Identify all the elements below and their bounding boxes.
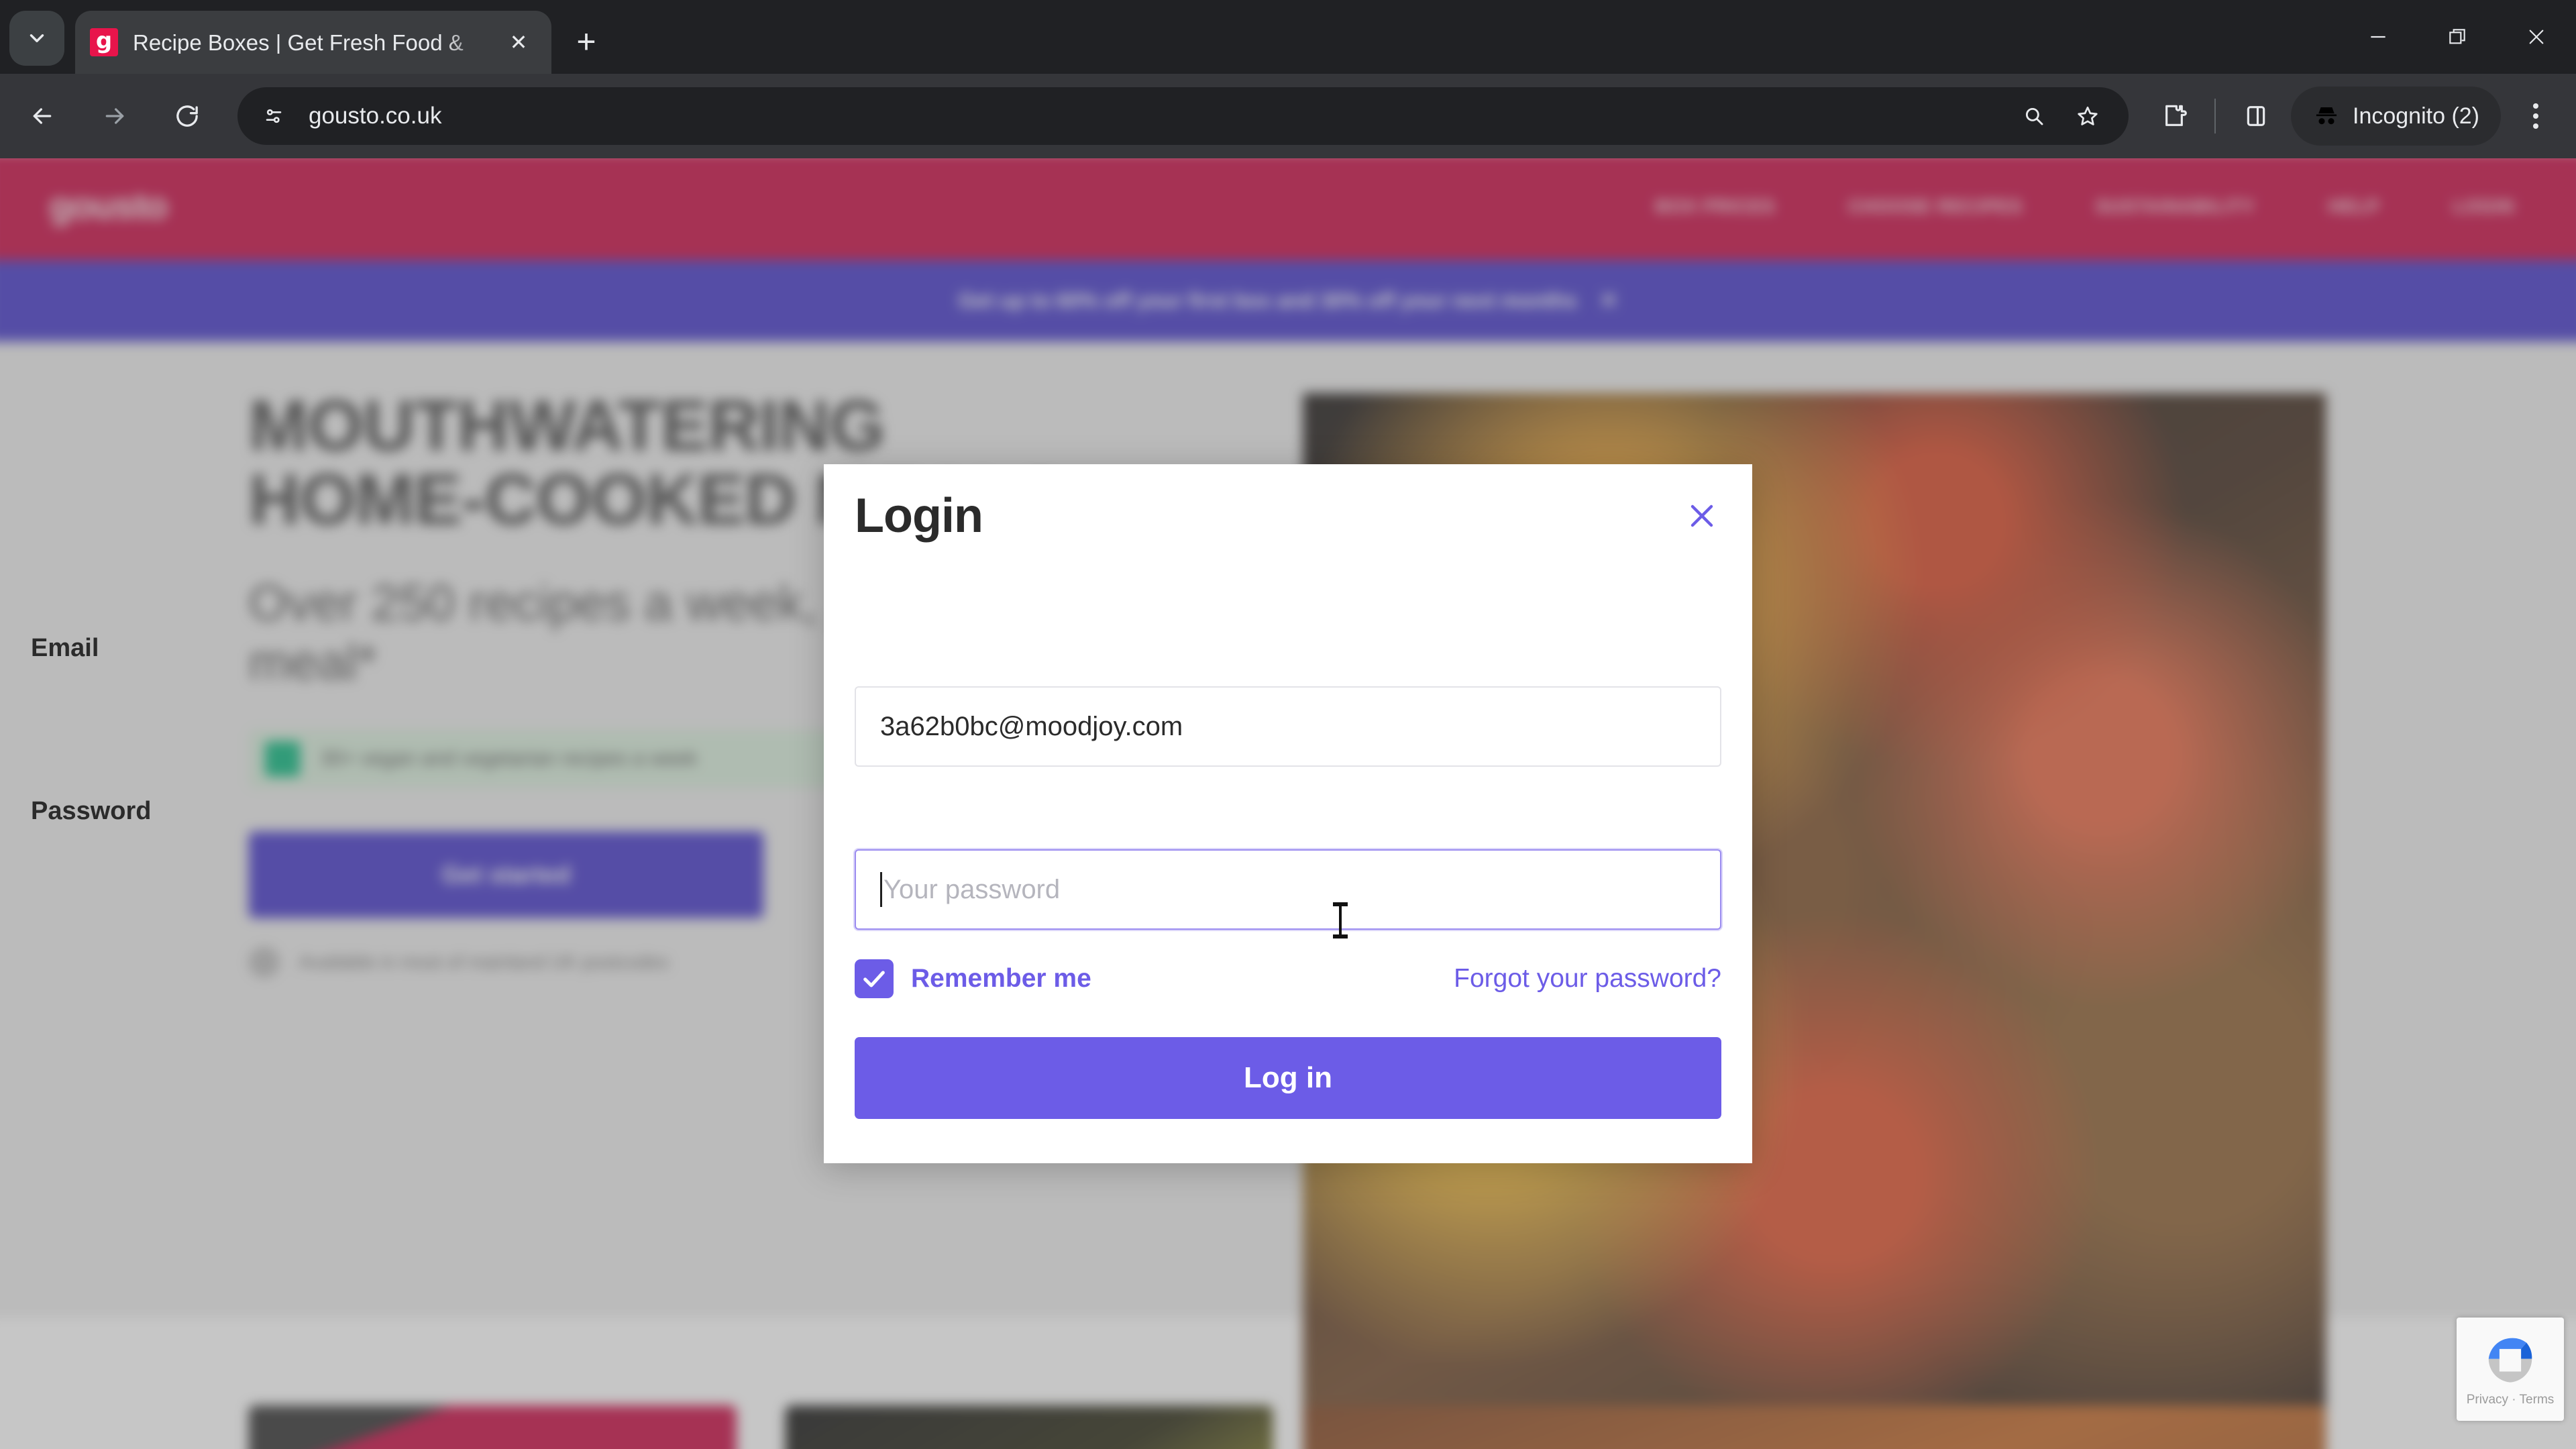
remember-me-label[interactable]: Remember me	[911, 964, 1091, 994]
recaptcha-legal-text[interactable]: Privacy · Terms	[2467, 1393, 2555, 1407]
forward-button[interactable]	[85, 86, 145, 146]
nav-item-box-prices[interactable]: BOX PRICES	[1656, 196, 1775, 217]
browser-tab[interactable]: g Recipe Boxes | Get Fresh Food & ✕	[75, 11, 551, 74]
password-placeholder: Your password	[883, 874, 1061, 904]
forward-arrow-icon	[105, 108, 124, 124]
password-label: Password	[31, 797, 152, 825]
omnibox-search-button[interactable]	[2010, 93, 2057, 140]
hero-note-text: Available in most of mainland UK postcod…	[299, 951, 669, 973]
promo-banner: Get up to 60% off your first box and 30%…	[0, 260, 2576, 342]
window-close-button[interactable]	[2497, 0, 2576, 74]
site-header: gousto BOX PRICES CHOOSE RECIPES SUSTAIN…	[0, 158, 2576, 260]
modal-title: Login	[855, 489, 983, 543]
reload-button[interactable]	[157, 86, 217, 146]
hero-badge-text: 30+ vegan and vegetarian recipes a week	[320, 747, 698, 770]
star-icon	[2078, 106, 2098, 125]
gousto-favicon: g	[90, 28, 118, 56]
modal-close-button[interactable]	[1678, 492, 1725, 539]
email-input-value: 3a62b0bc@moodjoy.com	[880, 711, 1183, 741]
search-icon	[2025, 107, 2043, 125]
bookmark-button[interactable]	[2064, 93, 2111, 140]
url-text: gousto.co.uk	[309, 103, 442, 129]
toolbar-divider	[2214, 99, 2216, 133]
nav-item-choose-recipes[interactable]: CHOOSE RECIPES	[1848, 196, 2023, 217]
nav-item-sustainability[interactable]: SUSTAINABILITY	[2096, 196, 2255, 217]
reload-icon	[176, 105, 198, 127]
log-in-button[interactable]: Log in	[855, 1037, 1721, 1119]
email-label: Email	[31, 634, 99, 662]
leaf-icon	[264, 741, 301, 777]
promo-banner-text: Get up to 60% off your first box and 30%…	[958, 288, 1577, 313]
promo-banner-close[interactable]: ✕	[1600, 288, 1617, 313]
side-panel-button[interactable]	[2228, 88, 2284, 144]
get-started-button[interactable]: Get started	[248, 831, 764, 918]
three-dot-menu-icon	[2533, 103, 2538, 109]
forgot-password-link[interactable]: Forgot your password?	[1454, 964, 1721, 994]
back-arrow-icon	[33, 108, 52, 124]
remember-me-row: Remember me Forgot your password?	[855, 958, 1721, 1000]
close-icon	[1690, 504, 1713, 527]
incognito-label: Incognito (2)	[2353, 103, 2479, 129]
side-panel-icon	[2247, 106, 2265, 126]
recaptcha-icon	[2488, 1338, 2532, 1383]
minimize-button[interactable]	[2339, 0, 2418, 74]
new-tab-button[interactable]: +	[564, 19, 609, 64]
close-icon	[2529, 30, 2544, 44]
email-input[interactable]: 3a62b0bc@moodjoy.com	[855, 686, 1721, 767]
password-input[interactable]: Your password	[855, 849, 1721, 930]
puzzle-icon	[2165, 105, 2187, 126]
nav-item-help[interactable]: HELP	[2328, 196, 2380, 217]
restore-icon	[2449, 29, 2465, 44]
location-pin-icon	[248, 947, 280, 978]
feature-card[interactable]	[1303, 1405, 2326, 1449]
tab-strip: g Recipe Boxes | Get Fresh Food & ✕ +	[0, 0, 2576, 74]
browser-toolbar: gousto.co.uk Incognito (2)	[0, 74, 2576, 158]
remember-me-checkbox[interactable]	[855, 959, 894, 998]
incognito-indicator[interactable]: Incognito (2)	[2291, 87, 2501, 146]
window-controls	[2339, 0, 2576, 74]
chevron-down-icon	[30, 34, 44, 42]
check-icon	[863, 971, 885, 987]
tab-search-button[interactable]	[9, 11, 64, 66]
site-logo[interactable]: gousto	[50, 185, 168, 227]
nav-item-login[interactable]: LOGIN	[2453, 196, 2514, 217]
text-caret	[880, 872, 882, 907]
feature-card[interactable]	[785, 1405, 1273, 1449]
back-button[interactable]	[12, 86, 72, 146]
address-bar[interactable]: gousto.co.uk	[237, 87, 2129, 145]
feature-card-row	[0, 1405, 2576, 1449]
tab-close-button[interactable]: ✕	[500, 24, 537, 60]
minimize-icon	[2371, 36, 2385, 38]
incognito-icon	[2316, 107, 2337, 125]
feature-card[interactable]	[248, 1405, 737, 1449]
chrome-menu-button[interactable]	[2508, 88, 2564, 144]
site-nav: BOX PRICES CHOOSE RECIPES SUSTAINABILITY…	[1656, 196, 2514, 217]
recaptcha-badge[interactable]: Privacy · Terms	[2457, 1318, 2564, 1421]
maximize-button[interactable]	[2418, 0, 2497, 74]
site-settings-button[interactable]	[255, 97, 292, 135]
tab-title: Recipe Boxes | Get Fresh Food &	[133, 31, 464, 54]
extensions-button[interactable]	[2146, 88, 2202, 144]
browser-window: g Recipe Boxes | Get Fresh Food & ✕ + go…	[0, 0, 2576, 1449]
site-settings-icon	[266, 109, 282, 123]
omnibox-actions	[2010, 93, 2111, 140]
